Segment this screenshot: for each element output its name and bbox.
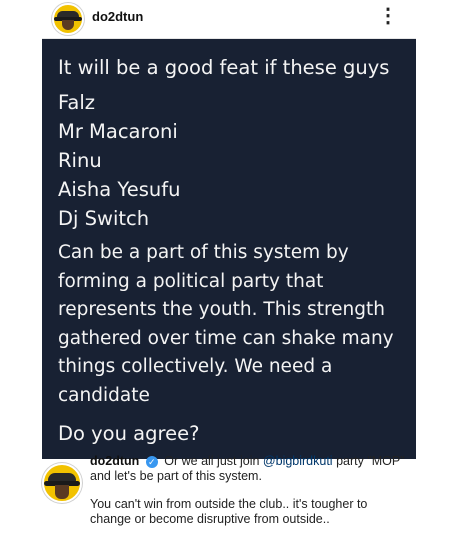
comment-text: do2dtun ✓ Or we all just join @bigbirdku… xyxy=(90,454,410,484)
post-question: Do you agree? xyxy=(58,422,200,445)
post-image: It will be a good feat if these guys Fal… xyxy=(42,39,416,459)
comment-second-paragraph: You can't win from outside the club.. it… xyxy=(90,497,368,526)
username[interactable]: do2dtun xyxy=(92,9,143,24)
post-intro-text: It will be a good feat if these guys xyxy=(58,56,390,79)
avatar[interactable] xyxy=(52,3,84,35)
mention-link[interactable]: @bigbirdkuti xyxy=(263,454,333,468)
post-header: do2dtun ⋮ xyxy=(42,0,416,39)
comment: do2dtun ✓ Or we all just join @bigbirdku… xyxy=(42,454,416,555)
post-name-item: Falz xyxy=(58,91,96,114)
more-options-icon[interactable]: ⋮ xyxy=(378,6,398,26)
comment-username[interactable]: do2dtun xyxy=(90,454,139,468)
post-body-text: Can be a part of this system by forming … xyxy=(58,242,394,406)
post-frame: do2dtun ⋮ It will be a good feat if thes… xyxy=(42,0,416,555)
verified-badge-icon: ✓ xyxy=(145,455,158,468)
post-name-item: Mr Macaroni xyxy=(58,120,178,143)
post-name-item: Rinu xyxy=(58,149,102,172)
comment-text-part: Or we all just join xyxy=(164,454,263,468)
post-name-item: Dj Switch xyxy=(58,207,150,230)
post-name-item: Aisha Yesufu xyxy=(58,178,181,201)
commenter-avatar[interactable] xyxy=(42,463,82,503)
